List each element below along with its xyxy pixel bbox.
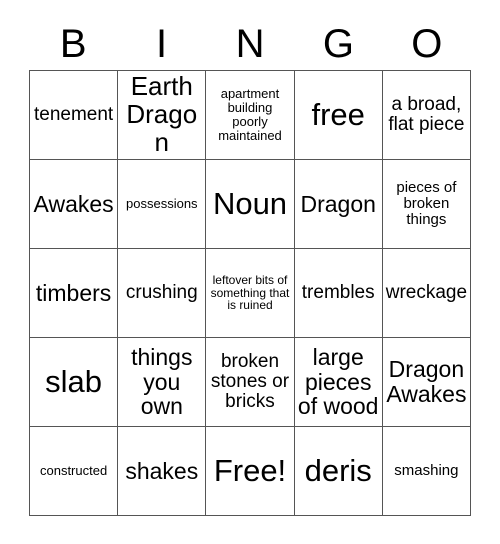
bingo-header-letter-o: O [411,22,443,66]
bingo-cell-r3c3[interactable]: leftover bits of something that is ruine… [206,249,295,338]
bingo-cell-label: smashing [394,461,459,479]
bingo-cell-label: crushing [125,281,198,303]
bingo-cell-r4c2[interactable]: things you own [118,338,207,427]
bingo-cell-label: Dragon [300,190,376,217]
bingo-header-letter-b: B [59,22,87,66]
bingo-cell-r4c5[interactable]: Dragon Awakes [382,338,471,427]
bingo-header-letter-g: G [322,22,354,66]
bingo-card: B I N G O tenement Earth Dragon apartmen… [0,0,500,544]
bingo-cell-label: Dragon Awakes [386,356,467,407]
bingo-header-letter-i: I [156,22,168,66]
bingo-cell-r1c5[interactable]: a broad, flat piece [382,71,471,160]
bingo-cell-r4c4[interactable]: large pieces of wood [294,338,383,427]
bingo-cell-label: broken stones or bricks [210,350,290,413]
bingo-cell-r5c1[interactable]: constructed [30,427,119,516]
bingo-cell-label: timbers [35,279,112,306]
bingo-cell-r3c4[interactable]: trembles [294,249,383,338]
bingo-cell-label: things you own [131,344,193,420]
bingo-cell-label: apartment building poorly maintained [218,86,282,143]
bingo-cell-r3c5[interactable]: wreckage [382,249,471,338]
bingo-cell-label: free [311,97,365,133]
bingo-cell-label: possessions [126,196,198,212]
bingo-cell-label: slab [45,364,103,400]
bingo-cell-label: constructed [39,463,108,479]
bingo-header: B I N G O [29,18,471,70]
bingo-cell-label: leftover bits of something that is ruine… [210,272,290,313]
bingo-cell-label: Noun [212,186,288,222]
bingo-cell-label: wreckage [385,281,468,303]
bingo-cell-label: deris [304,453,372,489]
bingo-cell-r2c5[interactable]: pieces of broken things [382,160,471,249]
bingo-cell-r3c1[interactable]: timbers [30,249,119,338]
bingo-grid: tenement Earth Dragon apartment building… [29,70,471,516]
bingo-cell-label: tenement [33,103,114,125]
bingo-cell-r5c5[interactable]: smashing [382,427,471,516]
bingo-cell-label: pieces of broken things [396,178,457,229]
bingo-cell-r3c2[interactable]: crushing [118,249,207,338]
bingo-cell-label: large pieces of wood [297,344,379,420]
bingo-cell-r5c4[interactable]: deris [294,427,383,516]
bingo-cell-r5c3[interactable]: Free! [206,427,295,516]
bingo-cell-label: a broad, flat piece [388,93,465,135]
bingo-cell-r2c3[interactable]: Noun [206,160,295,249]
bingo-cell-r5c2[interactable]: shakes [118,427,207,516]
bingo-cell-label: Awakes [33,190,114,217]
bingo-cell-r2c4[interactable]: Dragon [294,160,383,249]
bingo-cell-r2c1[interactable]: Awakes [30,160,119,249]
bingo-cell-r1c4[interactable]: free [294,71,383,160]
bingo-cell-label: shakes [125,457,199,484]
bingo-cell-r2c2[interactable]: possessions [118,160,207,249]
bingo-cell-r4c1[interactable]: slab [30,338,119,427]
bingo-cell-r1c2[interactable]: Earth Dragon [118,71,207,160]
bingo-cell-label: Earth Dragon [126,71,198,157]
bingo-header-letter-n: N [235,22,265,66]
bingo-cell-label: trembles [301,281,375,303]
bingo-cell-label: Free! [213,453,287,489]
bingo-cell-r4c3[interactable]: broken stones or bricks [206,338,295,427]
bingo-cell-r1c1[interactable]: tenement [30,71,119,160]
bingo-cell-r1c3[interactable]: apartment building poorly maintained [206,71,295,160]
